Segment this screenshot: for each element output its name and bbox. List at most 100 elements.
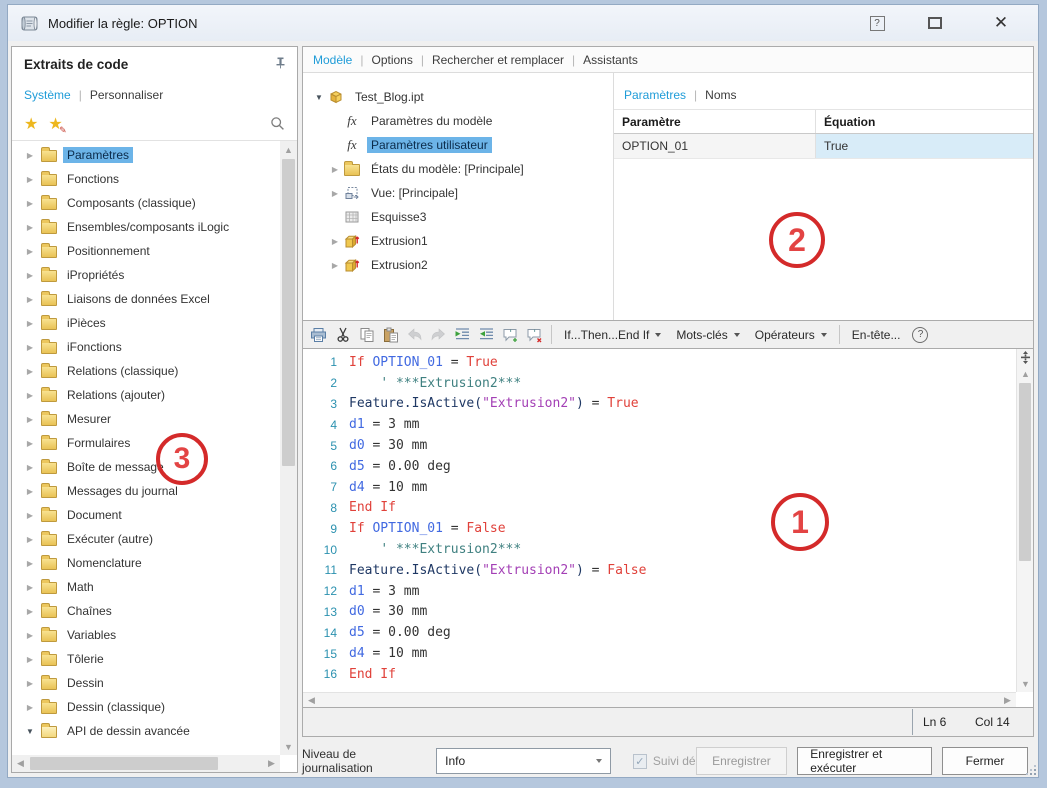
remove-comment-icon-button[interactable]: ' xyxy=(523,324,546,346)
sidebar-folder-item[interactable]: Composants (classique) xyxy=(12,191,280,215)
cut-icon-button[interactable] xyxy=(331,324,354,346)
resize-grip[interactable] xyxy=(1025,764,1037,776)
sidebar-folder-item[interactable]: Nomenclature xyxy=(12,551,280,575)
sidebar-folder-item[interactable]: Relations (classique) xyxy=(12,359,280,383)
model-tree-item[interactable]: Esquisse3 xyxy=(303,205,613,229)
model-tree-item[interactable]: Extrusion1 xyxy=(303,229,613,253)
code-line[interactable]: 3Feature.IsActive("Extrusion2") = True xyxy=(303,394,1016,415)
scroll-thumb[interactable] xyxy=(30,757,218,770)
scroll-down-arrow[interactable]: ▼ xyxy=(1017,675,1033,692)
sidebar-folder-item[interactable]: Exécuter (autre) xyxy=(12,527,280,551)
sidebar-folder-item[interactable]: iFonctions xyxy=(12,335,280,359)
sidebar-folder-item[interactable]: API de dessin avancée xyxy=(12,719,280,743)
code-editor[interactable]: 1If OPTION_01 = True2 ' ***Extrusion2***… xyxy=(303,348,1033,708)
code-line[interactable]: 1If OPTION_01 = True xyxy=(303,352,1016,373)
editor-horizontal-scrollbar[interactable]: ◀ ▶ xyxy=(303,692,1016,707)
toolbar-menu-2[interactable]: Opérateurs xyxy=(748,325,834,345)
scroll-left-arrow[interactable]: ◀ xyxy=(303,693,320,708)
scroll-thumb[interactable] xyxy=(282,159,295,466)
code-line[interactable]: 15d4 = 10 mm xyxy=(303,643,1016,664)
sidebar-folder-item[interactable]: Fonctions xyxy=(12,167,280,191)
code-line[interactable]: 5d0 = 30 mm xyxy=(303,435,1016,456)
trace-checkbox[interactable] xyxy=(633,754,647,769)
toolbar-menu-1[interactable]: Mots-clés xyxy=(669,325,746,345)
redo-icon-button[interactable] xyxy=(427,324,450,346)
model-tree-item[interactable]: Vue: [Principale] xyxy=(303,181,613,205)
toolbar-menu-3[interactable]: En-tête... xyxy=(845,325,908,345)
sidebar-folder-item[interactable]: Chaînes xyxy=(12,599,280,623)
sidebar-folder-item[interactable]: Messages du journal xyxy=(12,479,280,503)
main-tab-2[interactable]: Rechercher et remplacer xyxy=(432,53,564,67)
model-tree-item[interactable]: fxParamètres du modèle xyxy=(303,109,613,133)
close-button[interactable]: Fermer xyxy=(942,747,1028,775)
sidebar-horizontal-scrollbar[interactable]: ◀ ▶ xyxy=(12,755,280,772)
code-line[interactable]: 13d0 = 30 mm xyxy=(303,602,1016,623)
main-tab-3[interactable]: Assistants xyxy=(583,53,638,67)
copy-icon-button[interactable] xyxy=(355,324,378,346)
parameter-row[interactable]: OPTION_01True xyxy=(614,134,1033,159)
save-and-run-button[interactable]: Enregistrer et exécuter xyxy=(797,747,932,775)
title-bar[interactable]: Modifier la règle: OPTION ? ✕ xyxy=(8,5,1038,41)
sidebar-folder-item[interactable]: Tôlerie xyxy=(12,647,280,671)
window-maximize-button[interactable] xyxy=(924,13,946,33)
printer-icon-button[interactable] xyxy=(307,324,330,346)
sidebar-folder-item[interactable]: Paramètres xyxy=(12,143,280,167)
sidebar-folder-item[interactable]: Mesurer xyxy=(12,407,280,431)
sidebar-folder-item[interactable]: Document xyxy=(12,503,280,527)
code-line[interactable]: 7d4 = 10 mm xyxy=(303,477,1016,498)
code-line[interactable]: 10 ' ***Extrusion2*** xyxy=(303,539,1016,560)
parameters-tab-1[interactable]: Noms xyxy=(705,88,736,102)
code-line[interactable]: 16End If xyxy=(303,664,1016,685)
model-tree-root[interactable]: Test_Blog.ipt xyxy=(303,85,613,109)
scroll-down-arrow[interactable]: ▼ xyxy=(280,738,297,755)
code-line[interactable]: 14d5 = 0.00 deg xyxy=(303,622,1016,643)
sidebar-folder-item[interactable]: Dessin xyxy=(12,671,280,695)
code-line[interactable]: 8End If xyxy=(303,498,1016,519)
model-tree-item[interactable]: Extrusion2 xyxy=(303,253,613,277)
sidebar-folder-item[interactable]: Ensembles/composants iLogic xyxy=(12,215,280,239)
sidebar-folder-item[interactable]: Formulaires xyxy=(12,431,280,455)
code-line[interactable]: 2 ' ***Extrusion2*** xyxy=(303,373,1016,394)
toolbar-help-icon[interactable]: ? xyxy=(912,327,928,343)
sidebar-folder-item[interactable]: Dessin (classique) xyxy=(12,695,280,719)
sidebar-folder-item[interactable]: iPièces xyxy=(12,311,280,335)
code-line[interactable]: 6d5 = 0.00 deg xyxy=(303,456,1016,477)
scroll-up-arrow[interactable]: ▲ xyxy=(1017,365,1033,382)
snippets-tab-1[interactable]: Personnaliser xyxy=(90,88,163,102)
model-tree-item[interactable]: fxParamètres utilisateur xyxy=(303,133,613,157)
sidebar-folder-item[interactable]: iPropriétés xyxy=(12,263,280,287)
window-help-button[interactable]: ? xyxy=(866,13,888,33)
log-level-dropdown[interactable]: Info xyxy=(436,748,611,774)
indent-decrease-icon-button[interactable] xyxy=(475,324,498,346)
scroll-right-arrow[interactable]: ▶ xyxy=(263,755,280,772)
edit-favorites-star-icon[interactable]: ★ xyxy=(48,117,62,133)
sidebar-folder-item[interactable]: Liaisons de données Excel xyxy=(12,287,280,311)
sidebar-folder-item[interactable]: Math xyxy=(12,575,280,599)
splitter-grip-icon[interactable] xyxy=(1017,349,1033,365)
code-line[interactable]: 11Feature.IsActive("Extrusion2") = False xyxy=(303,560,1016,581)
scroll-thumb[interactable] xyxy=(1019,383,1031,561)
parameters-tab-0[interactable]: Paramètres xyxy=(624,88,686,102)
pin-icon[interactable] xyxy=(274,56,287,72)
snippets-tab-0[interactable]: Système xyxy=(24,88,71,102)
search-icon[interactable] xyxy=(270,116,285,134)
save-button[interactable]: Enregistrer xyxy=(696,747,788,775)
indent-increase-icon-button[interactable] xyxy=(451,324,474,346)
add-comment-icon-button[interactable]: ' xyxy=(499,324,522,346)
model-tree-item[interactable]: États du modèle: [Principale] xyxy=(303,157,613,181)
scroll-right-arrow[interactable]: ▶ xyxy=(999,693,1016,708)
code-line[interactable]: 12d1 = 3 mm xyxy=(303,581,1016,602)
sidebar-folder-item[interactable]: Variables xyxy=(12,623,280,647)
undo-icon-button[interactable] xyxy=(403,324,426,346)
scroll-up-arrow[interactable]: ▲ xyxy=(280,141,297,158)
favorites-star-icon[interactable]: ★ xyxy=(24,117,38,133)
sidebar-vertical-scrollbar[interactable]: ▲ ▼ xyxy=(280,141,297,755)
code-line[interactable]: 4d1 = 3 mm xyxy=(303,414,1016,435)
sidebar-folder-item[interactable]: Relations (ajouter) xyxy=(12,383,280,407)
sidebar-folder-item[interactable]: Positionnement xyxy=(12,239,280,263)
paste-icon-button[interactable] xyxy=(379,324,402,346)
toolbar-menu-0[interactable]: If...Then...End If xyxy=(557,325,668,345)
code-line[interactable]: 9If OPTION_01 = False xyxy=(303,518,1016,539)
code-lines[interactable]: 1If OPTION_01 = True2 ' ***Extrusion2***… xyxy=(303,352,1016,692)
window-close-button[interactable]: ✕ xyxy=(990,13,1012,33)
